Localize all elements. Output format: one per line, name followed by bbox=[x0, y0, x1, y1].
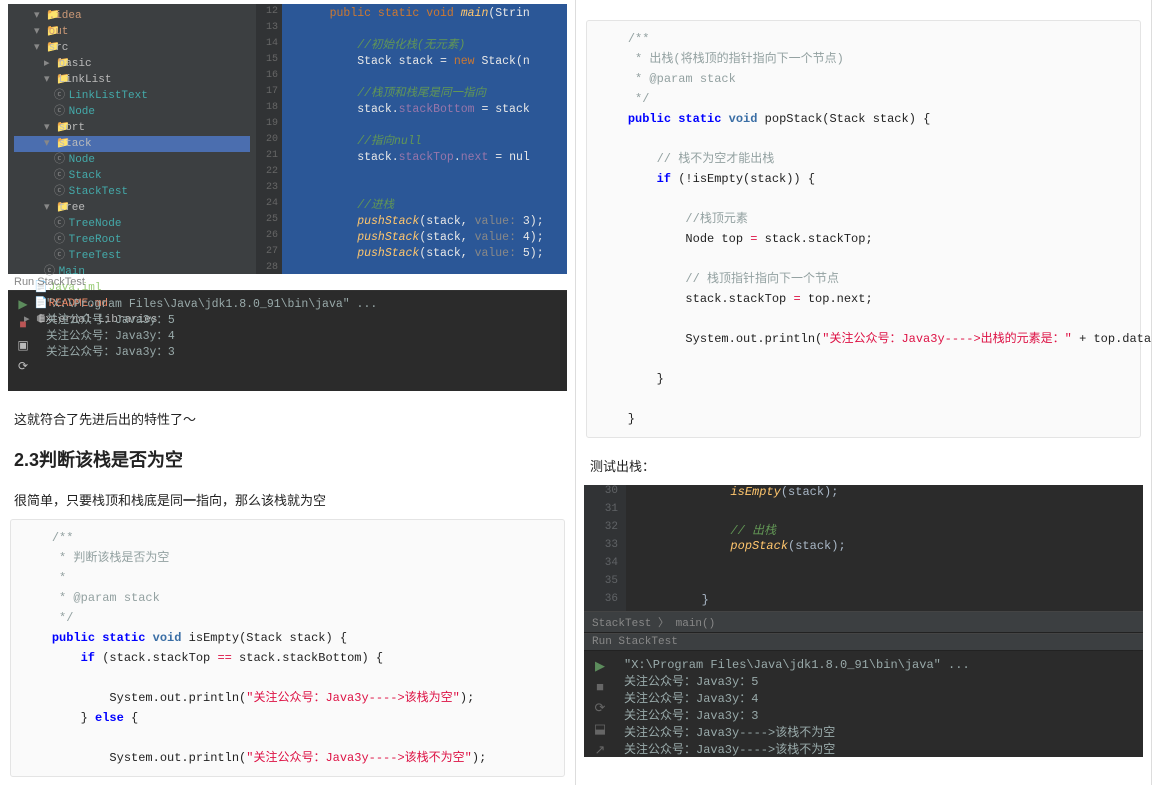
tree-item[interactable]: ▾ 📁 tree bbox=[14, 200, 250, 216]
tool-icon[interactable]: ⟳ bbox=[595, 701, 606, 716]
left-column: ▾ 📁 .idea▾ 📁 out▾ 📁 src▸ 📁 basic▾ 📁 Link… bbox=[0, 0, 576, 785]
editor-gutter: 12131415161718192021222324252627282930 bbox=[256, 4, 282, 274]
code-block-isempty: /** * 判断该栈是否为空 * * @param stack */ publi… bbox=[10, 519, 565, 777]
tree-item[interactable]: ⓒ Node bbox=[14, 104, 250, 120]
project-tree[interactable]: ▾ 📁 .idea▾ 📁 out▾ 📁 src▸ 📁 basic▾ 📁 Link… bbox=[8, 4, 256, 274]
ide-top: ▾ 📁 .idea▾ 📁 out▾ 📁 src▸ 📁 basic▾ 📁 Link… bbox=[8, 4, 567, 274]
tree-item[interactable]: ⓒ TreeTest bbox=[14, 248, 250, 264]
breadcrumb: StackTest 〉 main() bbox=[584, 611, 1143, 633]
tool-icon[interactable]: ▣ bbox=[17, 338, 28, 353]
right-column: /** * 出栈(将栈顶的指针指向下一个节点) * @param stack *… bbox=[576, 0, 1152, 785]
tree-item[interactable]: ▾ 📁 src bbox=[14, 40, 250, 56]
tree-item[interactable]: ▸ 📁 basic bbox=[14, 56, 250, 72]
editor-code: public static void main(Strin //初始化栈(无元素… bbox=[282, 4, 567, 274]
run-icon[interactable]: ▶ bbox=[595, 659, 605, 674]
tree-item[interactable]: ▾ 📁 .idea bbox=[14, 8, 250, 24]
tree-item[interactable]: ⓒ Stack bbox=[14, 168, 250, 184]
paragraph-test-out: 测试出栈： bbox=[590, 456, 1137, 475]
tree-item[interactable]: ⓒ LinkListText bbox=[14, 88, 250, 104]
run-gutter: ▶ ■ ▣ ⟳ bbox=[8, 291, 38, 391]
tree-item[interactable]: ▾ 📁 stack bbox=[14, 136, 250, 152]
stop-icon[interactable]: ■ bbox=[19, 318, 26, 332]
tree-item[interactable]: ⓒ Node bbox=[14, 152, 250, 168]
editor-code: isEmpty(stack); // 出栈 popStack(stack); } bbox=[626, 485, 846, 611]
tree-item[interactable]: ⓒ TreeRoot bbox=[14, 232, 250, 248]
heading-2-3: 2.3判断该栈是否为空 bbox=[14, 446, 561, 472]
paragraph-note-1: 这就符合了先进后出的特性了～ bbox=[14, 409, 561, 428]
run-icon[interactable]: ▶ bbox=[18, 297, 27, 312]
editor-gutter: 30313233343536 bbox=[584, 485, 626, 611]
tree-item[interactable]: ⓒ StackTest bbox=[14, 184, 250, 200]
tree-item[interactable]: ▾ 📁 out bbox=[14, 24, 250, 40]
run-panel: Run StackTest ▶ ■ ▣ ⟳ "X:\Program Files\… bbox=[8, 274, 567, 391]
editor: 12131415161718192021222324252627282930 p… bbox=[256, 4, 567, 274]
run-output: "X:\Program Files\Java\jdk1.8.0_91\bin\j… bbox=[38, 291, 385, 391]
tool-icon[interactable]: ⬓ bbox=[594, 722, 606, 737]
tree-item[interactable]: ▾ 📁 LinkList bbox=[14, 72, 250, 88]
tool-icon[interactable]: ⟳ bbox=[18, 359, 28, 374]
paragraph-note-2: 很简单，只要栈顶和栈底是同一指向，那么该栈就为空 bbox=[14, 490, 561, 509]
run-output: "X:\Program Files\Java\jdk1.8.0_91\bin\j… bbox=[616, 651, 1143, 757]
ide-bottom: 30313233343536 isEmpty(stack); // 出栈 pop… bbox=[584, 485, 1143, 757]
tree-item[interactable]: ⓒ TreeNode bbox=[14, 216, 250, 232]
tool-icon[interactable]: ↗ bbox=[595, 743, 606, 757]
run-header: Run StackTest bbox=[584, 633, 1143, 651]
run-gutter: ▶ ■ ⟳ ⬓ ↗ bbox=[584, 651, 616, 757]
tree-item[interactable]: ▾ 📁 sort bbox=[14, 120, 250, 136]
code-block-popstack: /** * 出栈(将栈顶的指针指向下一个节点) * @param stack *… bbox=[586, 20, 1141, 438]
